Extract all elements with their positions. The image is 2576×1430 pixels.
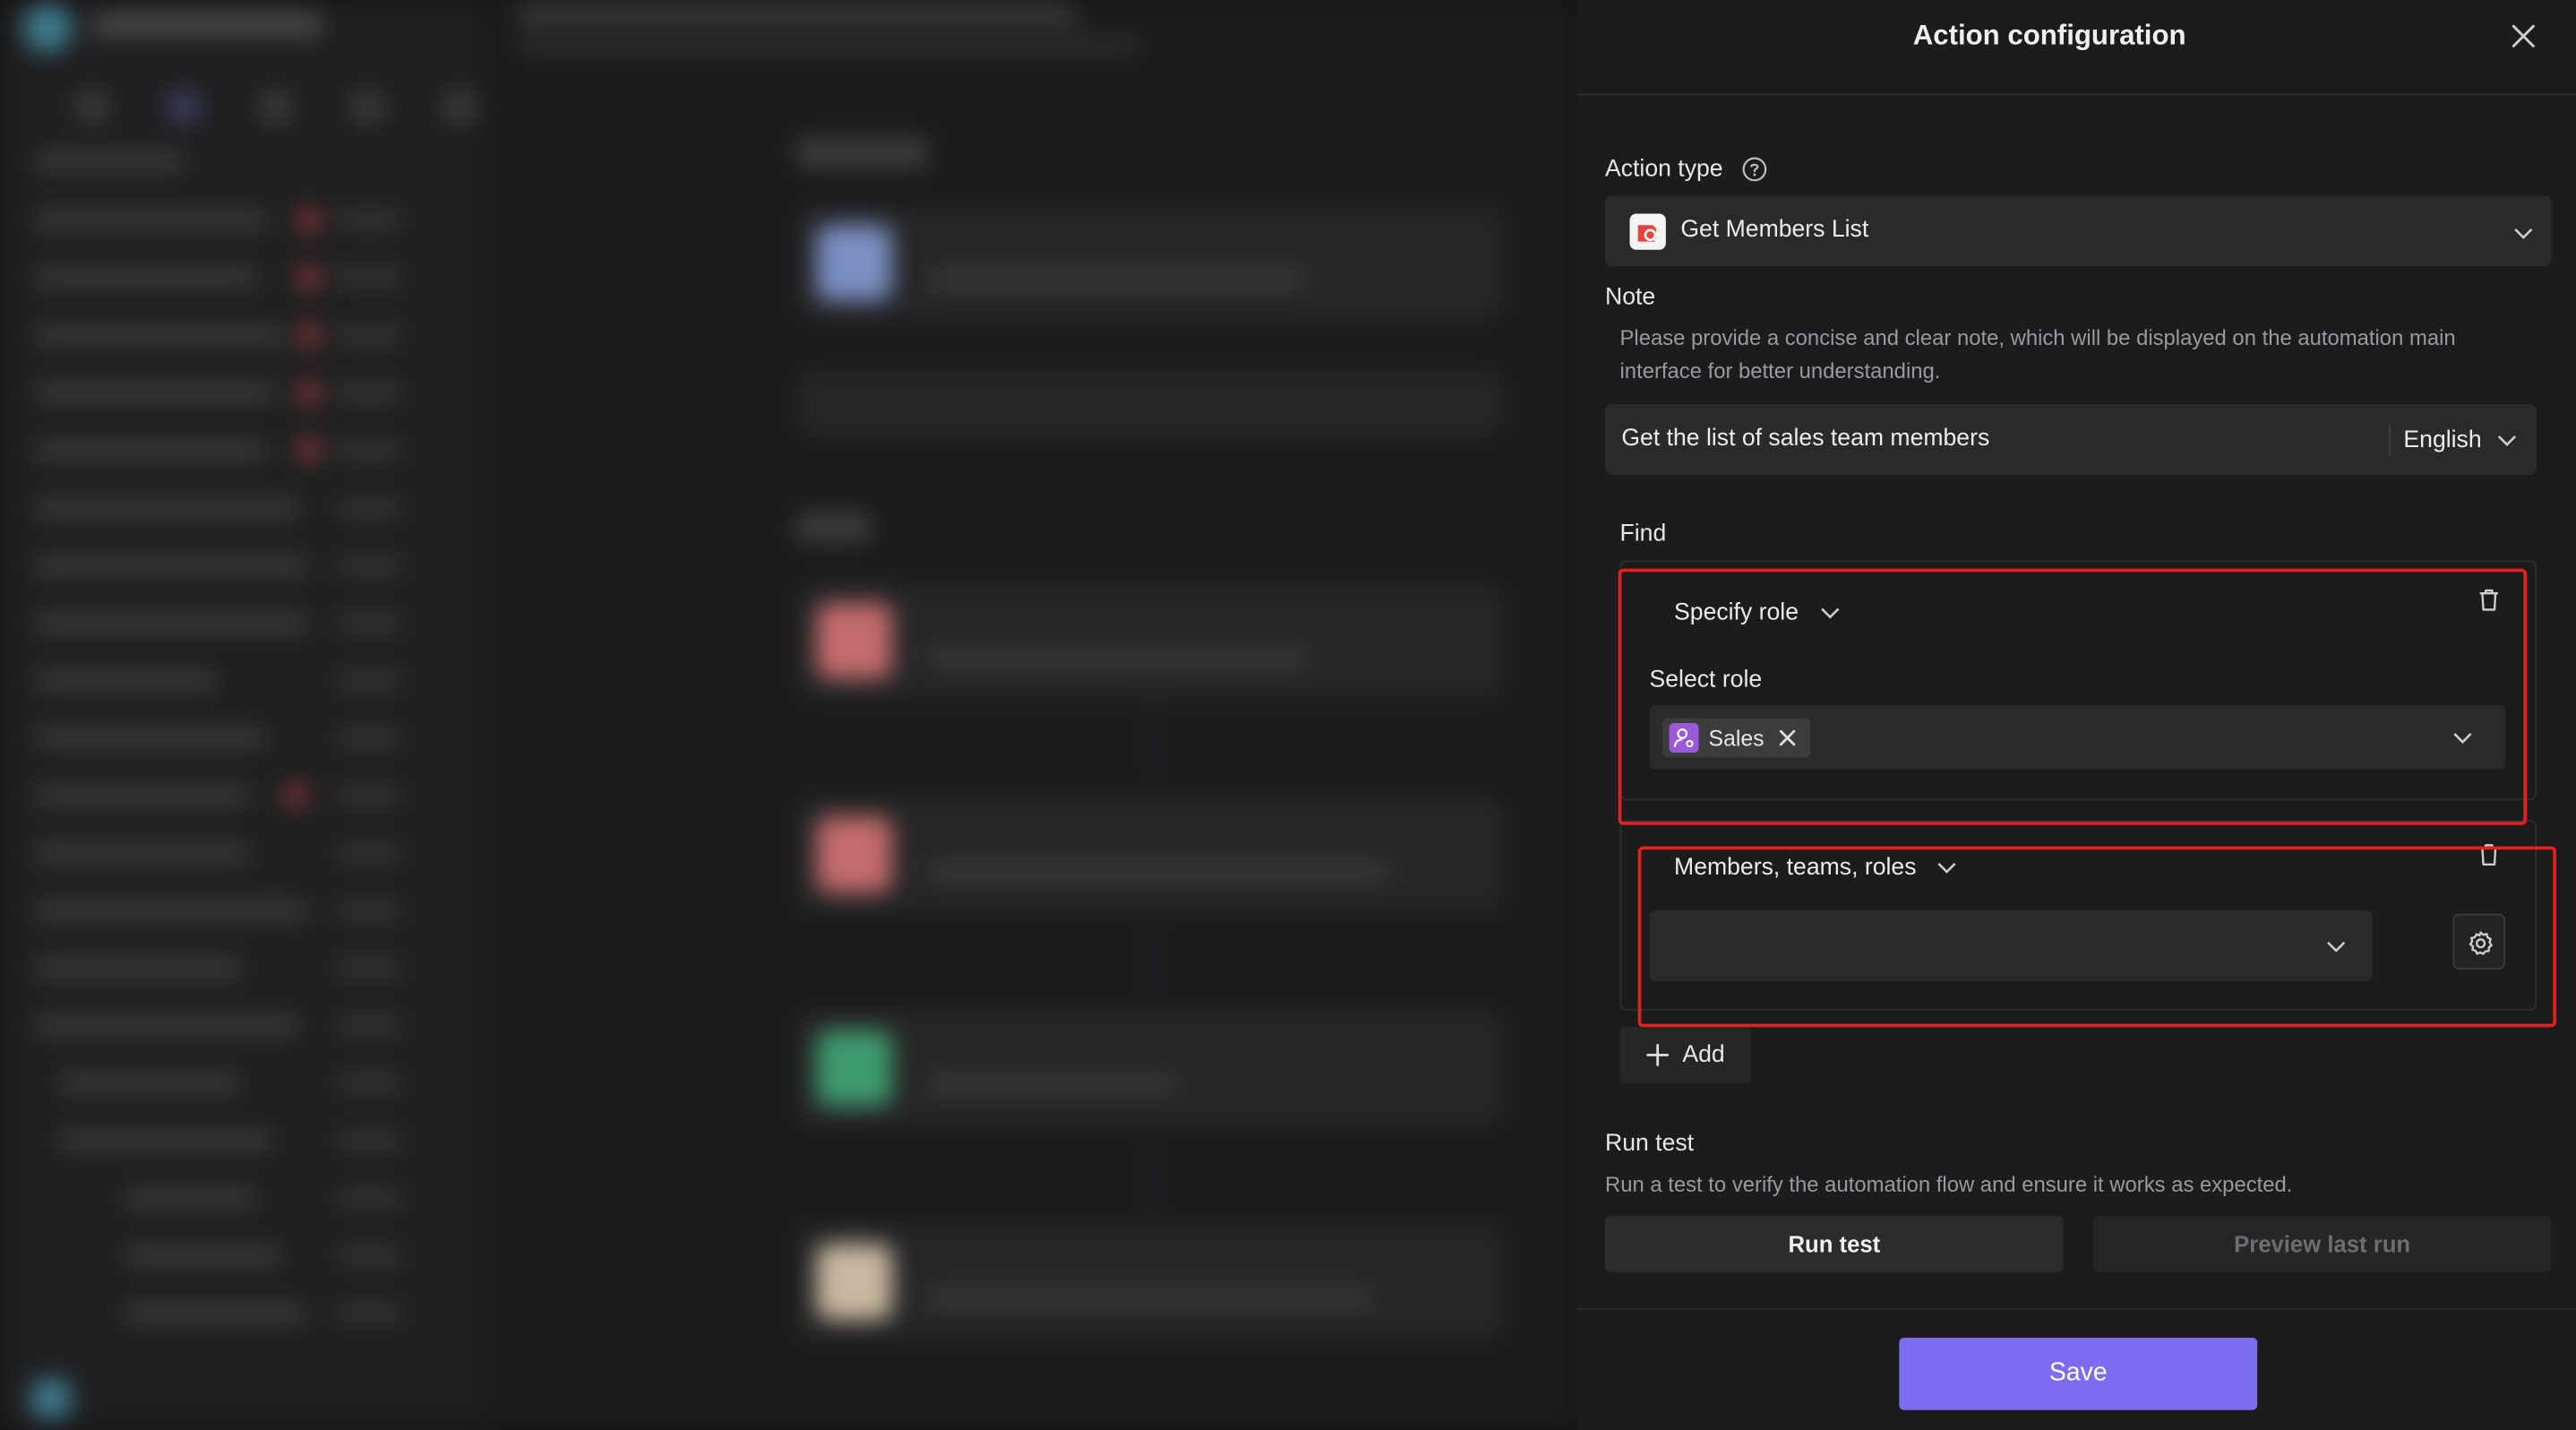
find-label: Find <box>1619 521 1667 547</box>
note-input-value: Get the list of sales team members <box>1621 426 1990 452</box>
chevron-down-icon <box>2514 228 2533 239</box>
language-value: English <box>2403 426 2482 453</box>
footer-divider <box>1576 1308 2576 1310</box>
background-app <box>0 0 1577 1430</box>
background-logo <box>22 3 73 53</box>
note-description: Please provide a concise and clear note,… <box>1619 325 2456 383</box>
action-type-select[interactable]: Get Members List <box>1604 195 2552 267</box>
action-type-label: Action type <box>1604 156 1723 183</box>
run-test-button[interactable]: Run test <box>1604 1216 2064 1272</box>
add-label: Add <box>1682 1041 1725 1069</box>
preview-last-run-button[interactable]: Preview last run <box>2092 1216 2552 1272</box>
save-button[interactable]: Save <box>1899 1338 2258 1410</box>
highlight-box-members <box>1637 846 2556 1028</box>
highlight-box-role <box>1618 568 2527 825</box>
close-icon <box>2512 24 2535 47</box>
background-avatar <box>30 1377 73 1420</box>
run-test-label: Run test <box>1604 1130 1695 1158</box>
background-main <box>485 0 1577 1430</box>
language-select[interactable]: English <box>2403 404 2518 475</box>
run-test-description: Run a test to verify the automation flow… <box>1604 1171 2293 1197</box>
note-input[interactable]: Get the list of sales team members Engli… <box>1604 404 2537 476</box>
plus-icon <box>1646 1044 1670 1066</box>
language-separator <box>2388 424 2391 457</box>
note-label: Note <box>1604 284 1656 311</box>
drawer-title: Action configuration <box>1912 20 2186 51</box>
background-sidebar <box>0 0 485 1430</box>
chevron-down-icon <box>2497 435 2516 446</box>
help-icon[interactable] <box>1741 156 1767 182</box>
add-condition-button[interactable]: Add <box>1619 1027 1752 1083</box>
action-type-value: Get Members List <box>1680 217 1869 244</box>
background-workspace-name <box>91 13 322 37</box>
close-button[interactable] <box>2507 20 2540 53</box>
header-divider <box>1576 93 2576 96</box>
action-configuration-drawer: Action configuration Action type Get Mem… <box>1576 0 2576 1430</box>
members-list-icon <box>1629 213 1666 250</box>
